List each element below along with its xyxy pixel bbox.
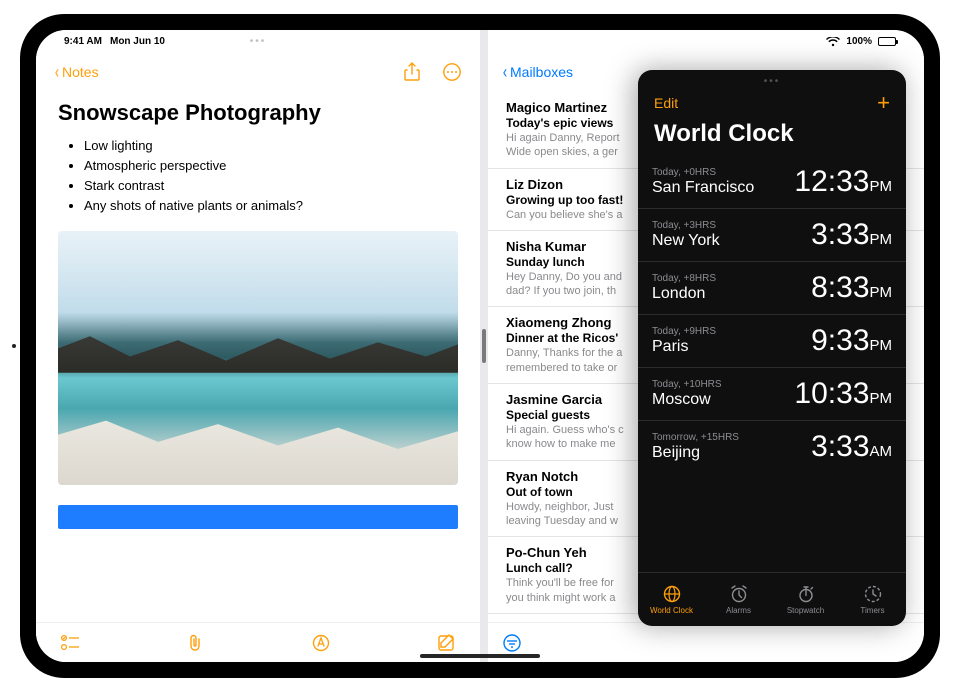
clock-tab-timer[interactable]: Timers — [839, 573, 906, 626]
clock-city: New York — [652, 232, 720, 250]
status-time: 9:41 AM — [64, 36, 102, 47]
note-bullet: Low lighting — [84, 136, 458, 156]
notes-toolbar — [36, 622, 480, 662]
chevron-left-icon: ‹ — [503, 65, 507, 79]
clock-offset: Today, +10HRS — [652, 379, 722, 390]
world-clock-item[interactable]: Tomorrow, +15HRSBeijing 3:33AM — [638, 420, 906, 473]
status-date: Mon Jun 10 — [110, 36, 165, 47]
world-clock-item[interactable]: Today, +3HRSNew York 3:33PM — [638, 208, 906, 261]
share-button[interactable] — [402, 62, 422, 82]
clock-offset: Today, +0HRS — [652, 167, 754, 178]
clock-time: 3:33PM — [811, 218, 892, 252]
world-clock-title: World Clock — [638, 118, 906, 156]
world-clock-item[interactable]: Today, +10HRSMoscow 10:33PM — [638, 367, 906, 420]
checklist-button[interactable] — [60, 633, 80, 653]
filter-button[interactable] — [502, 633, 522, 653]
world-clock-item[interactable]: Today, +8HRSLondon 8:33PM — [638, 261, 906, 314]
globe-icon — [662, 584, 682, 604]
clock-tab-alarm[interactable]: Alarms — [705, 573, 772, 626]
clock-time: 12:33PM — [794, 165, 892, 199]
clock-slideover[interactable]: ••• Edit + World Clock Today, +0HRSSan F… — [638, 70, 906, 626]
slideover-grab-indicator-icon[interactable]: ••• — [764, 76, 781, 87]
timer-icon — [863, 584, 883, 604]
clock-tab-globe[interactable]: World Clock — [638, 573, 705, 626]
divider-handle-icon[interactable] — [482, 329, 486, 363]
add-city-button[interactable]: + — [877, 90, 890, 116]
clock-tab-label: World Clock — [650, 606, 693, 615]
alarm-icon — [729, 584, 749, 604]
markup-button[interactable] — [311, 633, 331, 653]
clock-offset: Today, +9HRS — [652, 326, 716, 337]
clock-city: Moscow — [652, 391, 722, 409]
clock-time: 8:33PM — [811, 271, 892, 305]
notes-back-button[interactable]: ‹ Notes — [54, 64, 99, 80]
note-bullet-list: Low lighting Atmospheric perspective Sta… — [58, 136, 458, 217]
clock-tab-label: Stopwatch — [787, 606, 824, 615]
clock-time: 3:33AM — [811, 430, 892, 464]
world-clock-list[interactable]: Today, +0HRSSan Francisco12:33PMToday, +… — [638, 156, 906, 572]
clock-time: 10:33PM — [794, 377, 892, 411]
clock-tabbar: World Clock Alarms Stopwatch Timers — [638, 572, 906, 626]
note-bullet: Stark contrast — [84, 176, 458, 196]
notes-app-pane: ••• ‹ Notes Snowscape Photography — [36, 30, 480, 662]
note-content[interactable]: Snowscape Photography Low lighting Atmos… — [36, 92, 480, 537]
clock-offset: Today, +8HRS — [652, 273, 716, 284]
attach-button[interactable] — [185, 633, 205, 653]
edit-button[interactable]: Edit — [654, 95, 678, 111]
stopwatch-icon — [796, 584, 816, 604]
home-indicator[interactable] — [420, 654, 540, 658]
mail-back-button[interactable]: ‹ Mailboxes — [502, 64, 573, 80]
world-clock-item[interactable]: Today, +0HRSSan Francisco 12:33PM — [638, 156, 906, 208]
clock-tab-stopwatch[interactable]: Stopwatch — [772, 573, 839, 626]
status-battery-pct: 100% — [846, 36, 872, 47]
notes-back-label: Notes — [62, 64, 99, 80]
more-button[interactable] — [442, 62, 462, 82]
note-image[interactable] — [58, 231, 458, 485]
note-title: Snowscape Photography — [58, 100, 458, 126]
status-bar: 9:41 AM Mon Jun 10 100% — [36, 30, 924, 50]
clock-tab-label: Alarms — [726, 606, 751, 615]
clock-city: San Francisco — [652, 179, 754, 197]
clock-city: Beijing — [652, 444, 739, 462]
clock-offset: Tomorrow, +15HRS — [652, 432, 739, 443]
battery-icon — [878, 37, 896, 46]
mail-back-label: Mailboxes — [510, 64, 573, 80]
note-bullet: Any shots of native plants or animals? — [84, 196, 458, 216]
clock-offset: Today, +3HRS — [652, 220, 720, 231]
clock-tab-label: Timers — [860, 606, 884, 615]
split-view-divider[interactable] — [480, 30, 488, 662]
clock-city: Paris — [652, 338, 716, 356]
clock-city: London — [652, 285, 716, 303]
world-clock-item[interactable]: Today, +9HRSParis 9:33PM — [638, 314, 906, 367]
wifi-icon — [826, 37, 840, 47]
note-image-secondary[interactable] — [58, 505, 458, 529]
note-bullet: Atmospheric perspective — [84, 156, 458, 176]
clock-time: 9:33PM — [811, 324, 892, 358]
chevron-left-icon: ‹ — [55, 65, 59, 79]
compose-button[interactable] — [436, 633, 456, 653]
